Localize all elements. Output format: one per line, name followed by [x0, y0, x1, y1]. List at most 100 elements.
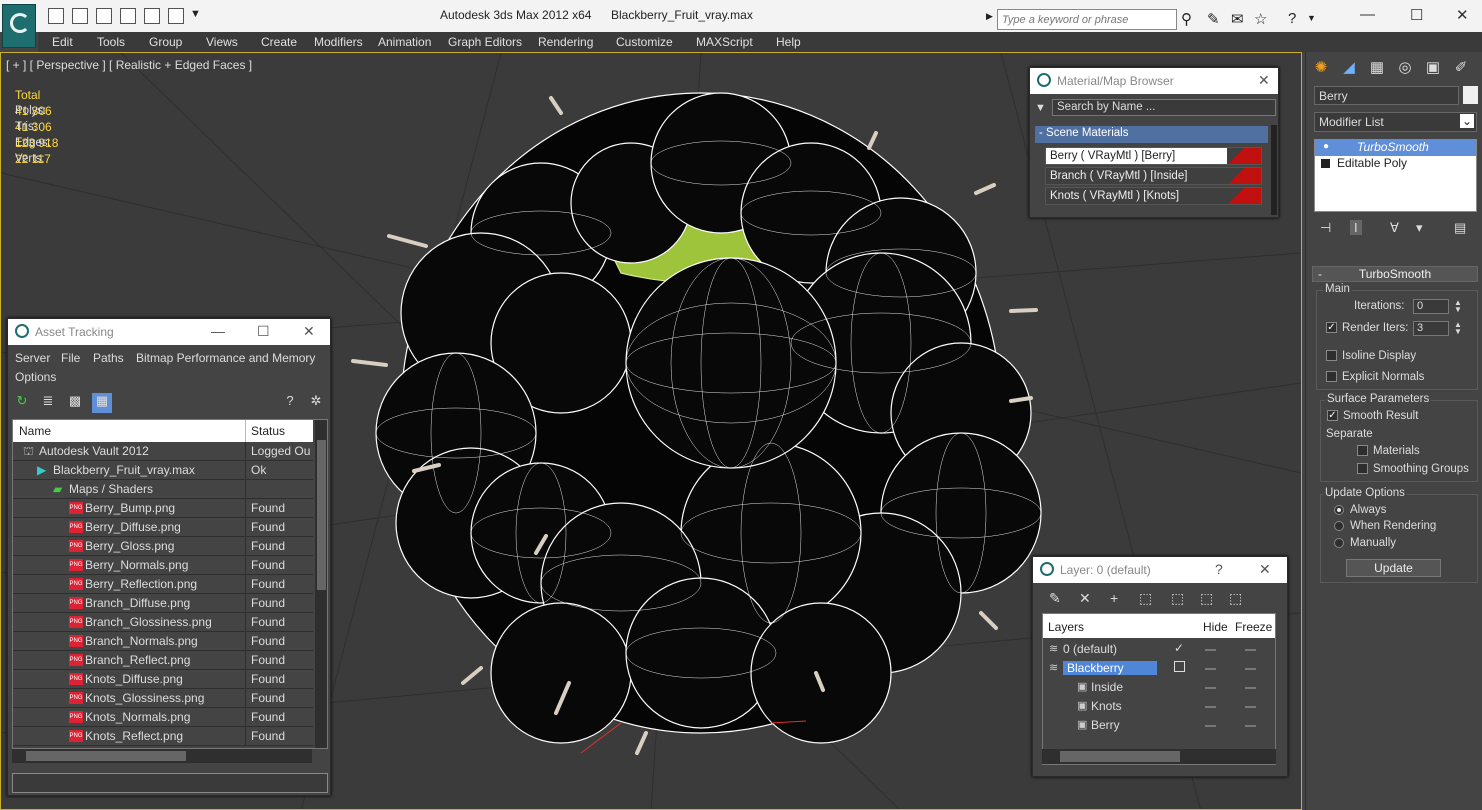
search-expand-icon[interactable]: ▶: [986, 11, 993, 22]
stack-item-editable-poly[interactable]: Editable Poly: [1315, 156, 1476, 172]
material-browser-scrollbar[interactable]: [1271, 125, 1277, 215]
scene-materials-group[interactable]: - Scene Materials: [1035, 126, 1268, 143]
layer-row[interactable]: 0 (default) ✓ ≋: [1043, 640, 1275, 659]
utilities-tab-icon[interactable]: ✐: [1450, 58, 1472, 80]
asset-vertical-scrollbar[interactable]: [315, 420, 327, 748]
minimize-window-icon[interactable]: —: [1360, 6, 1375, 23]
asset-row[interactable]: PNG Knots_Reflect.png Found: [13, 727, 313, 746]
menu-views[interactable]: Views: [206, 35, 238, 49]
asset-path-field[interactable]: [12, 773, 328, 793]
asset-row[interactable]: PNG Berry_Gloss.png Found: [13, 537, 313, 556]
help-icon[interactable]: ?: [1215, 561, 1223, 577]
menu-tools[interactable]: Tools: [97, 35, 125, 49]
help-icon[interactable]: ?: [280, 393, 300, 413]
select-objects-icon[interactable]: ⬚: [1139, 590, 1152, 607]
asset-row[interactable]: PNG Knots_Glossiness.png Found: [13, 689, 313, 708]
menu-modifiers[interactable]: Modifiers: [314, 35, 363, 49]
asset-row[interactable]: PNG Branch_Reflect.png Found: [13, 651, 313, 670]
filter-dropdown-icon[interactable]: ▼: [1035, 102, 1046, 114]
subscription-center-icon[interactable]: ✎: [1207, 10, 1220, 28]
menu-edit[interactable]: Edit: [52, 35, 73, 49]
expand-icon[interactable]: [1321, 159, 1330, 168]
display-tab-icon[interactable]: ▣: [1422, 58, 1444, 80]
lightbulb-icon[interactable]: ●: [1323, 141, 1329, 152]
search-input[interactable]: Type a keyword or phrase: [997, 9, 1177, 30]
layer-row[interactable]: Blackberry ≋: [1043, 659, 1275, 678]
settings-icon[interactable]: ✲: [306, 393, 326, 413]
minimize-icon[interactable]: —: [211, 323, 225, 339]
new-scene-icon[interactable]: [48, 8, 64, 24]
asset-row[interactable]: ▶ Blackberry_Fruit_vray.max Ok: [13, 461, 313, 480]
menu-create[interactable]: Create: [261, 35, 297, 49]
menu-server[interactable]: Server: [15, 351, 50, 365]
material-row[interactable]: Branch ( VRayMtl ) [Inside]: [1045, 167, 1262, 185]
smooth-result-checkbox[interactable]: ✓: [1327, 410, 1338, 421]
hierarchy-tab-icon[interactable]: ▦: [1366, 58, 1388, 80]
material-row[interactable]: Knots ( VRayMtl ) [Knots]: [1045, 187, 1262, 205]
update-always-radio[interactable]: [1334, 505, 1344, 515]
update-manually-radio[interactable]: [1334, 538, 1344, 548]
make-unique-icon[interactable]: ∀: [1390, 220, 1399, 236]
asset-row[interactable]: PNG Branch_Normals.png Found: [13, 632, 313, 651]
layer-row[interactable]: Berry ▣: [1043, 716, 1275, 735]
project-folder-icon[interactable]: [120, 8, 136, 24]
asset-row[interactable]: ▰ Maps / Shaders: [13, 480, 313, 499]
update-when-rendering-radio[interactable]: [1334, 521, 1344, 531]
menu-animation[interactable]: Animation: [378, 35, 431, 49]
create-layer-icon[interactable]: ✎: [1049, 590, 1061, 607]
object-color-swatch[interactable]: [1463, 86, 1478, 104]
configure-modifier-sets-icon[interactable]: ▤: [1454, 220, 1466, 236]
list-view-icon[interactable]: ≣: [38, 393, 58, 413]
maximize-icon[interactable]: ☐: [257, 323, 270, 340]
viewport-label[interactable]: [ + ] [ Perspective ] [ Realistic + Edge…: [6, 58, 252, 72]
layer-manager-titlebar[interactable]: Layer: 0 (default) ? ✕: [1033, 557, 1287, 583]
hide-all-icon[interactable]: ⬚: [1200, 590, 1213, 607]
freeze-all-icon[interactable]: ⬚: [1229, 590, 1242, 607]
modifier-list-dropdown[interactable]: Modifier List ⌄: [1314, 112, 1477, 132]
column-name[interactable]: Name: [19, 424, 51, 438]
layer-row[interactable]: Inside ▣: [1043, 678, 1275, 697]
asset-row[interactable]: PNG Berry_Diffuse.png Found: [13, 518, 313, 537]
modify-tab-icon[interactable]: ◢: [1338, 58, 1360, 80]
asset-row[interactable]: PNG Branch_Diffuse.png Found: [13, 594, 313, 613]
asset-row[interactable]: PNG Berry_Bump.png Found: [13, 499, 313, 518]
quick-access-dropdown-icon[interactable]: ▼: [190, 8, 201, 20]
open-file-icon[interactable]: [72, 8, 88, 24]
menu-bitmap-performance[interactable]: Bitmap Performance and Memory: [136, 351, 315, 365]
app-logo-button[interactable]: [2, 4, 36, 48]
communication-center-icon[interactable]: ✉: [1231, 10, 1244, 28]
separate-materials-checkbox[interactable]: [1357, 445, 1368, 456]
asset-row[interactable]: PNG Knots_Diffuse.png Found: [13, 670, 313, 689]
menu-group[interactable]: Group: [149, 35, 182, 49]
scrollbar-thumb[interactable]: [26, 751, 186, 761]
update-button[interactable]: Update: [1346, 559, 1441, 577]
asset-row[interactable]: PNG Berry_Reflection.png Found: [13, 575, 313, 594]
add-to-layer-icon[interactable]: +: [1110, 590, 1118, 606]
render-iters-checkbox[interactable]: ✓: [1326, 322, 1337, 333]
menu-help[interactable]: Help: [776, 35, 801, 49]
asset-row[interactable]: PNG Branch_Glossiness.png Found: [13, 613, 313, 632]
explicit-normals-checkbox[interactable]: [1326, 371, 1337, 382]
set-current-layer-icon[interactable]: [1174, 661, 1185, 672]
material-search-input[interactable]: Search by Name ...: [1052, 99, 1276, 116]
layer-horizontal-scrollbar[interactable]: [1042, 749, 1276, 764]
menu-options[interactable]: Options: [15, 370, 56, 384]
spinner-arrows-icon[interactable]: ▲ ▼: [1454, 299, 1462, 314]
delete-layer-icon[interactable]: ✕: [1079, 590, 1091, 607]
column-layers[interactable]: Layers: [1048, 620, 1084, 634]
maximize-window-icon[interactable]: ☐: [1410, 6, 1423, 24]
highlight-layer-icon[interactable]: ⬚: [1171, 590, 1184, 607]
close-icon[interactable]: ✕: [1258, 72, 1270, 89]
spinner-arrows-icon[interactable]: ▲ ▼: [1454, 321, 1462, 336]
close-icon[interactable]: ✕: [1259, 561, 1271, 578]
column-status[interactable]: Status: [251, 424, 285, 438]
menu-paths[interactable]: Paths: [93, 351, 124, 365]
close-window-icon[interactable]: ✕: [1456, 6, 1469, 24]
separate-smoothing-groups-checkbox[interactable]: [1357, 463, 1368, 474]
material-browser-titlebar[interactable]: Material/Map Browser ✕: [1030, 68, 1278, 94]
remove-modifier-icon[interactable]: ▾: [1416, 220, 1423, 236]
close-icon[interactable]: ✕: [303, 323, 315, 340]
current-layer-check-icon[interactable]: ✓: [1174, 641, 1184, 655]
menu-rendering[interactable]: Rendering: [538, 35, 593, 49]
asset-horizontal-scrollbar[interactable]: [12, 749, 312, 763]
